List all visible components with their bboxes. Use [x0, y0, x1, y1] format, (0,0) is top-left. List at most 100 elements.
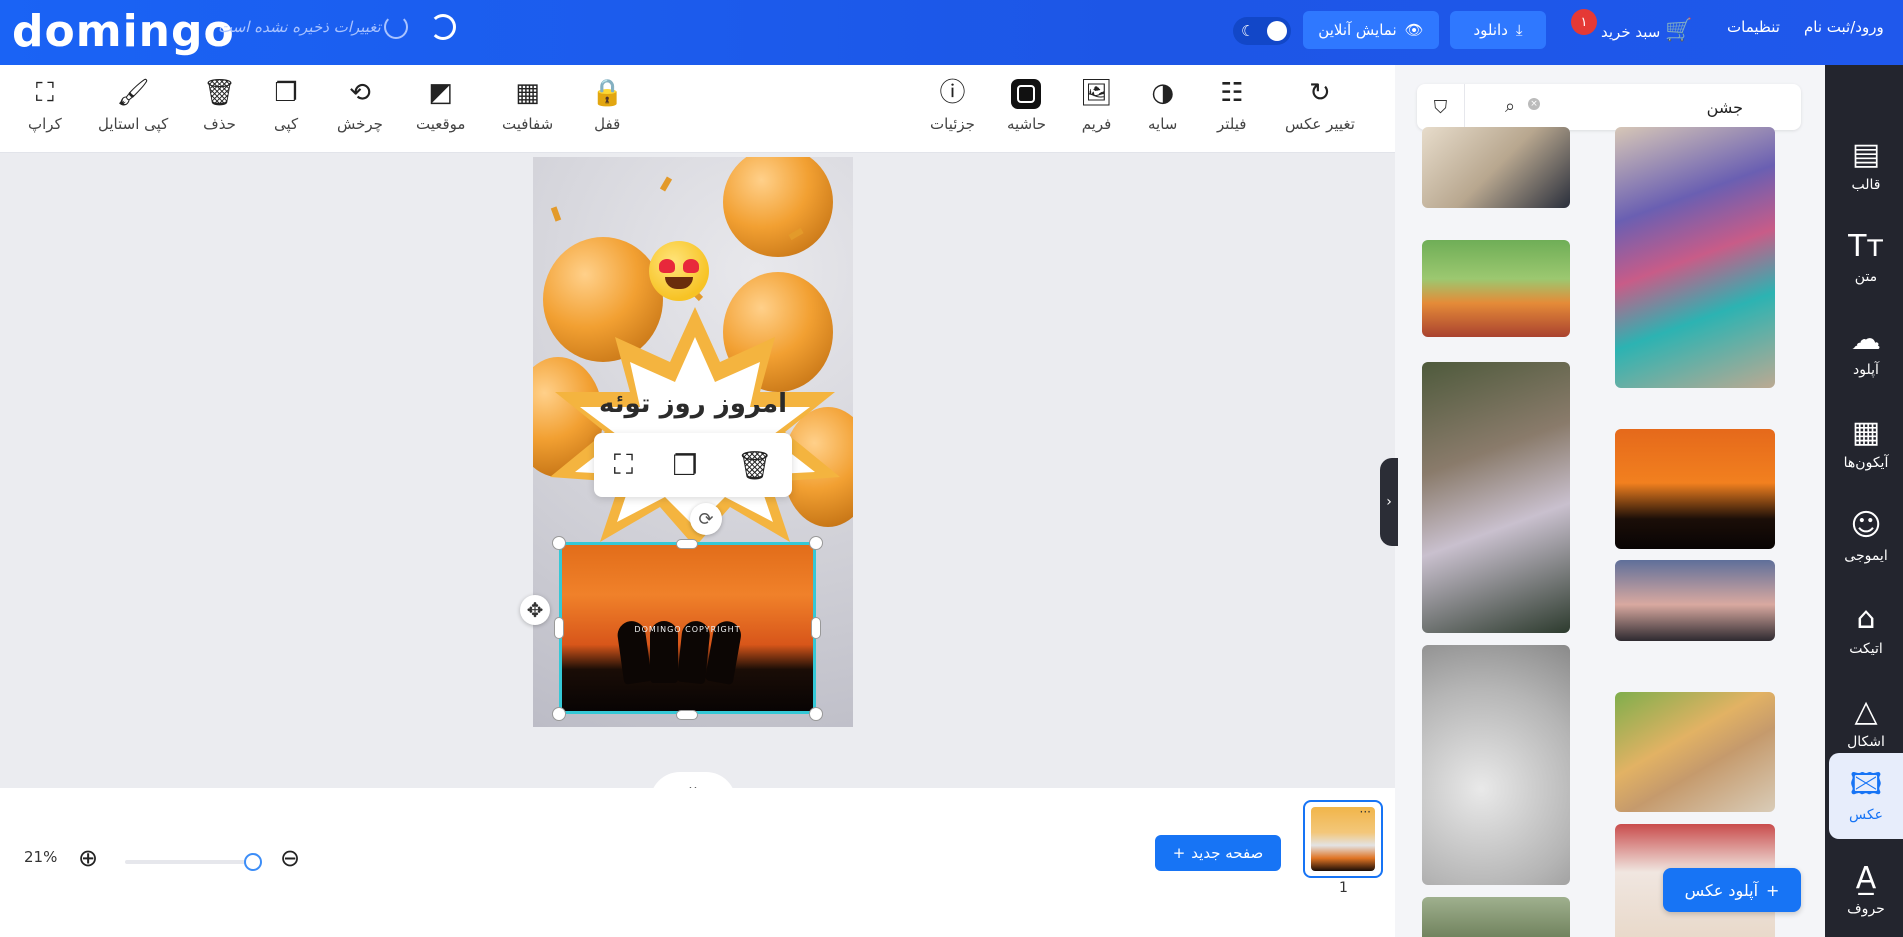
tool-replace-photo[interactable]: ↻ تغییر عکس [1285, 79, 1355, 133]
zoom-level: 21% [24, 848, 58, 866]
page-number: 1 [1339, 880, 1348, 896]
tool-frame[interactable]: 🖼 فریم [1080, 79, 1113, 133]
tool-label: حاشیه [1007, 115, 1046, 133]
tool-transparency[interactable]: ▦ شفافیت [502, 79, 553, 133]
sidebar-item-photos[interactable]: 🖾 عکس [1829, 753, 1903, 839]
plus-icon: + [1766, 880, 1780, 900]
confetti [659, 176, 673, 192]
photo-result[interactable] [1422, 645, 1570, 885]
pages-panel: 21% ⊕ ⊖ + صفحه جدید ··· 1 [0, 788, 1395, 937]
sidebar-item-emoji[interactable]: ☺ ایموجی [1829, 494, 1903, 580]
settings-link[interactable]: تنظیمات [1727, 18, 1780, 36]
tool-label: سایه [1148, 115, 1178, 133]
online-preview-button[interactable]: نمایش آنلاین 👁 [1303, 11, 1439, 49]
resize-handle-top-left[interactable] [552, 536, 566, 550]
selected-photo-element[interactable]: DOMINGO COPYRIGHT [559, 542, 816, 714]
tool-filter[interactable]: ☷ فیلتر [1217, 79, 1246, 133]
sidebar-item-fonts[interactable]: A̲ حروف [1829, 847, 1903, 933]
photo-result[interactable] [1615, 692, 1775, 812]
sidebar-item-upload[interactable]: ☁ آپلود [1829, 308, 1903, 394]
tool-delete[interactable]: 🗑 حذف [203, 79, 236, 133]
cart-link[interactable]: سبد خرید 🛒 [1601, 18, 1693, 43]
tool-shadow[interactable]: ◑ سایه [1148, 79, 1177, 133]
duplicate-icon[interactable]: ❐ [672, 449, 697, 482]
tool-label: فیلتر [1217, 115, 1247, 133]
tool-position[interactable]: ◩ موقعیت [416, 79, 465, 133]
filter-button[interactable]: ⛉ [1417, 84, 1465, 130]
resize-handle-bottom[interactable] [676, 710, 698, 720]
tool-label: شفافیت [502, 115, 554, 133]
element-context-menu: ⛶ ❐ 🗑 [594, 433, 792, 497]
search-input[interactable] [1515, 92, 1743, 122]
tool-details[interactable]: ⓘ جزئیات [930, 79, 975, 133]
upload-photo-label: آپلود عکس [1684, 880, 1759, 900]
canvas-area[interactable]: امروز روز توئه ⛶ ❐ 🗑 ⟳ DOMINGO COPYRIGHT… [0, 153, 1395, 802]
photo-library-panel: ⛉ ⌕ × آپلود عکس + [1395, 65, 1825, 937]
sidebar-item-text[interactable]: Tт متن [1829, 215, 1903, 301]
new-page-button[interactable]: + صفحه جدید [1155, 835, 1281, 871]
more-options-icon[interactable]: ··· [1360, 805, 1371, 819]
element-toolbar: ⛶ کراپ 🖌 کپی استایل 🗑 حذف ❐ کپی ⟲ چرخش ◩… [0, 65, 1395, 153]
tool-crop[interactable]: ⛶ کراپ [28, 79, 62, 133]
tool-border[interactable]: حاشیه [1007, 79, 1046, 133]
upload-photo-button[interactable]: آپلود عکس + [1663, 868, 1801, 912]
tool-label: فریم [1081, 115, 1112, 133]
theme-toggle[interactable]: ☾ [1233, 17, 1291, 45]
photo-result[interactable] [1615, 127, 1775, 388]
frame-icon: 🖼 [1080, 78, 1114, 108]
sidebar-item-stickers[interactable]: ⌂ اتیکت [1829, 587, 1903, 673]
move-handle[interactable]: ✥ [520, 595, 550, 625]
fullscreen-icon[interactable]: ⛶ [614, 448, 634, 482]
resize-handle-right[interactable] [811, 617, 821, 639]
tool-rotate[interactable]: ⟲ چرخش [337, 79, 383, 133]
login-link[interactable]: ورود/ثبت نام [1804, 18, 1884, 36]
download-icon: ⤓ [1515, 21, 1523, 39]
tool-copy[interactable]: ❐ کپی [274, 79, 298, 133]
search-icon[interactable]: ⌕ [1505, 96, 1515, 117]
plus-icon: + [1172, 844, 1186, 862]
copy-icon: ❐ [274, 78, 298, 108]
redo-icon[interactable] [430, 14, 456, 40]
tool-label: کپی [274, 115, 299, 133]
zoom-slider-track[interactable] [125, 860, 255, 864]
text-icon: Tт [1848, 229, 1884, 264]
collapse-side-panel-button[interactable]: › [1380, 458, 1398, 546]
template-icon: ▤ [1851, 137, 1881, 172]
resize-handle-bottom-right[interactable] [809, 707, 823, 721]
sidebar-item-templates[interactable]: ▤ قالب [1829, 123, 1903, 209]
photo-result[interactable] [1422, 240, 1570, 337]
resize-handle-top[interactable] [676, 539, 698, 549]
tool-label: جزئیات [930, 115, 975, 133]
photo-result[interactable] [1615, 560, 1775, 641]
sidebar-item-icons[interactable]: ▦ آیکون‌ها [1829, 401, 1903, 487]
cart-count-badge: ۱ [1571, 9, 1597, 35]
search-bar: ⛉ ⌕ × [1417, 84, 1801, 130]
trash-icon[interactable]: 🗑 [737, 449, 773, 482]
tool-copy-style[interactable]: 🖌 کپی استایل [98, 79, 168, 133]
headline-text[interactable]: امروز روز توئه [533, 389, 853, 419]
photo-result[interactable] [1615, 429, 1775, 549]
logo[interactable]: domingo [12, 6, 235, 57]
sliders-icon: ☷ [1220, 78, 1244, 108]
letter-a-icon: A̲ [1855, 861, 1877, 896]
paint-roller-icon: 🖌 [116, 78, 150, 108]
confetti [550, 206, 562, 222]
download-button[interactable]: دانلود ⤓ [1450, 11, 1546, 49]
rotate-handle[interactable]: ⟳ [690, 503, 722, 535]
border-icon [1011, 79, 1042, 109]
resize-handle-bottom-left[interactable] [552, 707, 566, 721]
zoom-in-icon[interactable]: ⊕ [78, 844, 98, 872]
lock-icon: 🔒 [591, 78, 624, 108]
photo-result[interactable] [1422, 897, 1570, 937]
sidebar-item-label: متن [1854, 269, 1878, 285]
layers-icon: ◩ [428, 78, 454, 108]
photo-result[interactable] [1422, 127, 1570, 208]
photo-result[interactable] [1422, 362, 1570, 633]
zoom-slider-knob[interactable] [244, 853, 262, 871]
thumbnail-preview: ··· [1311, 805, 1375, 871]
resize-handle-left[interactable] [554, 617, 564, 639]
resize-handle-top-right[interactable] [809, 536, 823, 550]
tool-lock[interactable]: 🔒 قفل [591, 79, 623, 133]
page-thumbnail[interactable]: ··· [1303, 800, 1383, 878]
zoom-out-icon[interactable]: ⊖ [280, 844, 300, 872]
